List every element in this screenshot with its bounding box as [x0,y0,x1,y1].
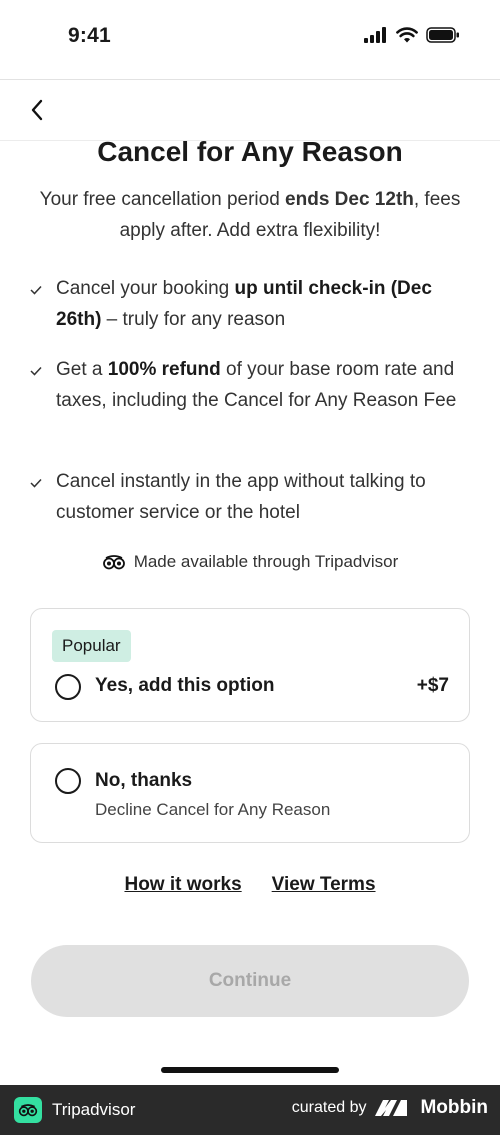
tripadvisor-owl-icon [102,555,125,570]
checkmark-icon [30,285,42,295]
footer-brand: Tripadvisor [52,1100,136,1119]
yes-radio[interactable] [55,674,81,700]
benefit-bold: 100% refund [107,359,221,380]
cellular-signal-icon [364,27,386,43]
status-bar: 9:41 [0,0,500,78]
status-icons [364,27,460,43]
benefit-pre: Get a [56,359,108,380]
footer-bar: Tripadvisor curated by Mobbin [0,1085,500,1135]
no-sublabel: Decline Cancel for Any Reason [95,800,331,819]
mobbin-logo-icon [375,1100,408,1116]
benefit-post: – truly for any reason [101,309,286,330]
curated-by-text: curated by [291,1099,367,1116]
subtitle-bold: ends Dec 12th [285,189,414,210]
footer-credit: curated by Mobbin [292,1097,488,1119]
continue-button[interactable]: Continue [31,945,469,1017]
benefit-item: Cancel instantly in the app without talk… [30,466,475,528]
benefit-pre: Cancel instantly in the app without talk… [56,471,426,523]
no-radio[interactable] [55,768,81,794]
links-row: How it works View Terms [0,874,500,896]
benefit-item: Cancel your booking up until check-in (D… [30,273,475,335]
page-title: Cancel for Any Reason [97,136,403,167]
chevron-left-icon [31,99,43,121]
option-yes-card[interactable]: Popular Yes, add this option +$7 [30,608,470,722]
attribution: Made available through Tripadvisor [0,552,500,572]
benefit-text: Cancel instantly in the app without talk… [56,466,475,528]
battery-icon [426,27,459,43]
benefit-text: Cancel your booking up until check-in (D… [56,273,475,335]
no-label: No, thanks [95,770,193,791]
mobbin-text: Mobbin [420,1097,488,1118]
wifi-icon [396,27,418,43]
benefit-pre: Cancel your booking [56,278,235,299]
yes-price: +$7 [416,675,449,696]
subtitle-pre: Your free cancellation period [39,189,286,210]
status-time: 9:41 [68,24,111,47]
benefit-item: Get a 100% refund of your base room rate… [30,354,475,416]
yes-label: Yes, add this option [95,675,275,696]
popular-badge: Popular [52,630,131,662]
view-terms-link[interactable]: View Terms [272,874,376,896]
benefit-text: Get a 100% refund of your base room rate… [56,354,475,416]
checkmark-icon [30,366,42,376]
checkmark-icon [30,478,42,488]
back-button[interactable] [22,94,52,126]
home-indicator [161,1067,339,1073]
tripadvisor-logo-icon [14,1097,42,1123]
how-it-works-link[interactable]: How it works [124,874,241,896]
attribution-text: Made available through Tripadvisor [133,552,399,571]
option-no-card[interactable]: No, thanks Decline Cancel for Any Reason [30,743,470,843]
page-subtitle: Your free cancellation period ends Dec 1… [30,184,470,246]
nav-bar [0,80,500,140]
